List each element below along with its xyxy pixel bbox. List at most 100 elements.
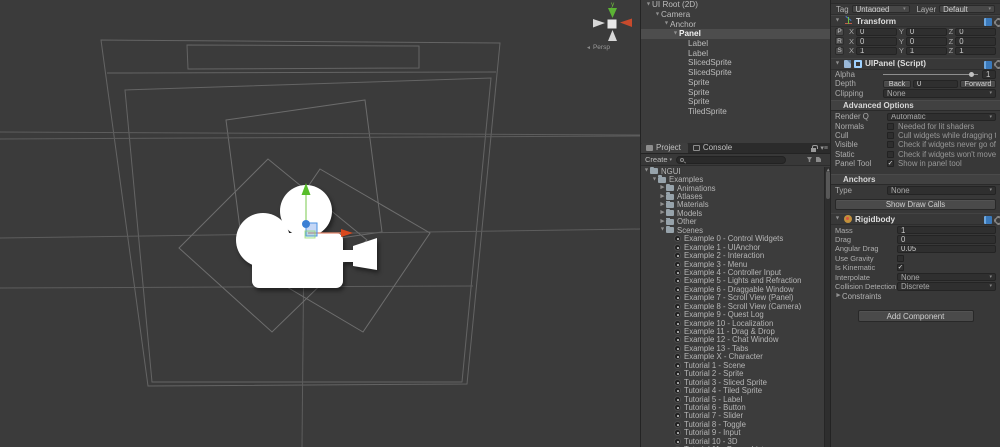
foldout-arrow[interactable]: ▼	[834, 18, 841, 24]
project-scene-item[interactable]: Tutorial 4 - Tiled Sprite	[641, 386, 824, 395]
gizmo-plane-handle-green[interactable]	[304, 230, 316, 239]
gizmo-center-handle[interactable]	[302, 220, 310, 228]
transform-s-chip[interactable]: S	[835, 46, 844, 55]
option-checkbox[interactable]	[887, 150, 894, 158]
foldout-arrow[interactable]: ▶	[659, 218, 666, 224]
interpolate-dropdown[interactable]: None ▾	[897, 272, 996, 282]
foldout-arrow[interactable]: ▼	[645, 1, 652, 7]
project-scene-item[interactable]: Example X - Character	[641, 353, 824, 361]
transform-r-z-field[interactable]: 0	[955, 37, 997, 46]
uipanel-component-header[interactable]: ▼ UIPanel (Script)	[831, 57, 1000, 70]
project-scene-item[interactable]: Example 0 - Control Widgets	[641, 235, 824, 243]
project-scene-item[interactable]: Tutorial 10 - 3D	[641, 437, 824, 445]
depth-back-button[interactable]: Back	[883, 79, 911, 88]
foldout-arrow[interactable]: ▶	[659, 193, 666, 199]
hierarchy-item[interactable]: TiledSprite	[641, 107, 830, 117]
hierarchy-item[interactable]: ▼ Anchor	[641, 19, 830, 29]
project-scene-item[interactable]: Example 6 - Draggable Window	[641, 285, 824, 294]
tab-console[interactable]: Console	[688, 143, 739, 153]
project-scene-item[interactable]: Tutorial 6 - Button	[641, 403, 824, 412]
transform-p-z-field[interactable]: 0	[955, 27, 997, 36]
help-book-icon[interactable]	[984, 60, 992, 69]
foldout-arrow[interactable]: ▶	[659, 210, 666, 216]
foldout-arrow[interactable]: ▼	[834, 216, 841, 222]
gear-icon[interactable]	[995, 61, 1000, 68]
hierarchy-item[interactable]: Sprite	[641, 97, 830, 107]
foldout-arrow[interactable]: ▶	[659, 185, 666, 191]
add-component-button[interactable]: Add Component	[857, 310, 974, 323]
foldout-arrow[interactable]: ▼	[651, 176, 658, 182]
hierarchy-item[interactable]: SlicedSprite	[641, 58, 830, 68]
hierarchy-item[interactable]: ▼ Panel	[641, 29, 830, 39]
alpha-slider[interactable]	[883, 70, 978, 78]
project-scene-item[interactable]: Example 9 - Quest Log	[641, 310, 824, 319]
foldout-arrow[interactable]: ▼	[672, 30, 679, 36]
use-gravity-checkbox[interactable]	[897, 254, 904, 262]
project-panel[interactable]: Project Console ▾≡ Create ▾ ▼ NGUI ▼ Exa…	[641, 143, 830, 447]
mass-field[interactable]: 1	[897, 225, 996, 235]
foldout-arrow[interactable]: ▶	[835, 293, 842, 299]
transform-p-x-field[interactable]: 0	[856, 27, 897, 36]
create-button[interactable]: Create ▾	[645, 155, 672, 164]
scene-orientation-gizmo[interactable]: y x	[593, 1, 638, 41]
transform-r-y-field[interactable]: 0	[905, 37, 947, 46]
project-folder-item[interactable]: ▶ Models	[641, 209, 824, 218]
lock-icon[interactable]	[811, 145, 818, 152]
drag-field[interactable]: 0	[897, 235, 996, 244]
project-scene-item[interactable]: Tutorial 7 - Slider	[641, 412, 824, 420]
project-scene-item[interactable]: Example 2 - Interaction	[641, 251, 824, 260]
transform-component-header[interactable]: ▼ Transform	[831, 15, 1000, 27]
hierarchy-item[interactable]: Sprite	[641, 87, 830, 97]
layer-dropdown[interactable]: Default ▾	[939, 4, 995, 14]
collision-detection-dropdown[interactable]: Discrete ▾	[897, 282, 996, 291]
transform-s-z-field[interactable]: 1	[955, 46, 997, 55]
foldout-arrow[interactable]: ▼	[834, 60, 841, 66]
project-scene-item[interactable]: Example 13 - Tabs	[641, 344, 824, 353]
hierarchy-item[interactable]: Label	[641, 48, 830, 58]
search-input[interactable]	[676, 155, 787, 164]
foldout-arrow[interactable]: ▶	[659, 201, 666, 207]
project-scene-item[interactable]: Tutorial 8 - Toggle	[641, 420, 824, 429]
option-checkbox[interactable]	[887, 122, 894, 130]
project-scene-item[interactable]: Example 12 - Chat Window	[641, 336, 824, 344]
x-axis-cone[interactable]	[620, 18, 632, 28]
inspector-panel[interactable]: Tag Untagged ▾ Layer Default ▾ ▼ Transform…	[830, 0, 1000, 447]
foldout-arrow[interactable]: ▼	[643, 168, 650, 174]
advanced-options-header[interactable]: Advanced Options	[831, 100, 1000, 111]
y-axis-cone[interactable]	[608, 8, 617, 18]
angular-drag-field[interactable]: 0.05	[897, 244, 996, 254]
scene-view[interactable]: y x ◄ Persp	[0, 0, 640, 447]
project-scene-item[interactable]: Example 3 - Menu	[641, 260, 824, 268]
hierarchy-item[interactable]: SlicedSprite	[641, 68, 830, 78]
rigidbody-component-header[interactable]: ▼ Rigidbody	[831, 213, 1000, 226]
clipping-dropdown[interactable]: None ▾	[883, 89, 996, 98]
perspective-mode-label[interactable]: ◄ Persp	[586, 44, 610, 51]
pane-menu-icon[interactable]: ▾≡	[820, 145, 828, 152]
slider-knob[interactable]	[969, 71, 975, 77]
project-folder-item[interactable]: ▶ Other	[641, 217, 824, 226]
project-scene-item[interactable]: Example 1 - UIAnchor	[641, 243, 824, 251]
project-folder-item[interactable]: ▼ NGUI	[641, 167, 824, 175]
anchor-type-dropdown[interactable]: None ▾	[887, 186, 996, 195]
project-scene-item[interactable]: Tutorial 2 - Sprite	[641, 370, 824, 378]
show-draw-calls-button[interactable]: Show Draw Calls	[835, 199, 996, 211]
render-q-dropdown[interactable]: Automatic ▾	[887, 112, 996, 121]
hierarchy-item[interactable]: Sprite	[641, 78, 830, 88]
constraints-row[interactable]: ▶ Constraints	[831, 291, 1000, 301]
foldout-arrow[interactable]: ▼	[654, 11, 661, 17]
gear-icon[interactable]	[995, 216, 1000, 224]
option-checkbox[interactable]: ✓	[887, 160, 894, 168]
project-folder-item[interactable]: ▶ Materials	[641, 200, 824, 209]
hierarchy-panel[interactable]: ▼ UI Root (2D) ▼ Camera ▼ Anchor ▼ Panel Label La…	[641, 0, 830, 143]
tag-dropdown[interactable]: Untagged ▾	[851, 4, 910, 14]
project-tree[interactable]: ▼ NGUI ▼ Examples ▶ Animations ▶ Atlases ▶ Materi…	[641, 167, 824, 447]
project-scene-item[interactable]: Tutorial 5 - Label	[641, 395, 824, 403]
option-checkbox[interactable]	[887, 141, 894, 149]
transform-s-x-field[interactable]: 1	[856, 46, 897, 55]
transform-r-x-field[interactable]: 0	[856, 37, 897, 46]
foldout-arrow[interactable]: ▼	[659, 227, 666, 233]
scene-viewport[interactable]: y x	[0, 0, 640, 447]
foldout-arrow[interactable]: ▼	[663, 21, 670, 27]
project-scene-item[interactable]: Tutorial 9 - Input	[641, 429, 824, 437]
alpha-field[interactable]: 1	[982, 70, 996, 79]
